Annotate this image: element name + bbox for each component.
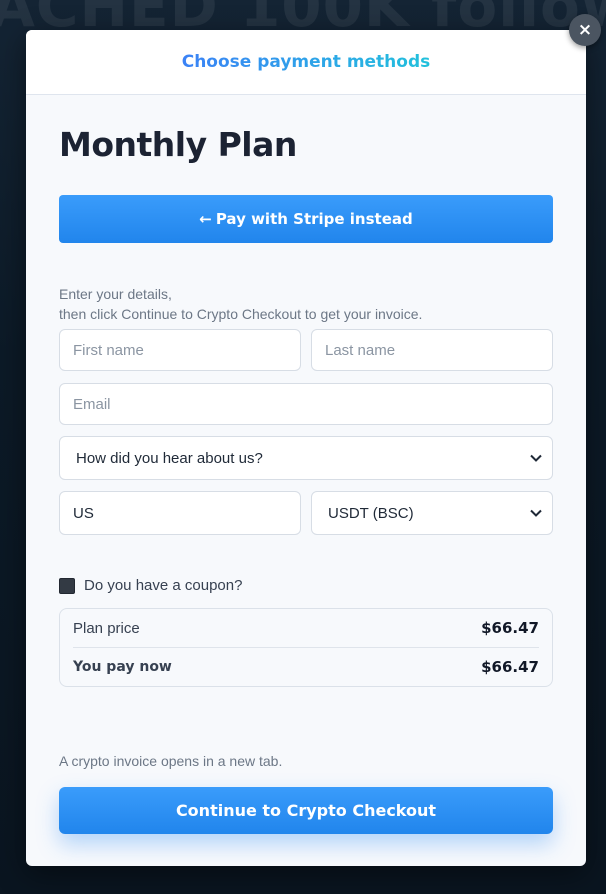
stripe-button-label: Pay with Stripe instead — [215, 210, 413, 228]
currency-selected-value: USDT (BSC) — [328, 504, 414, 522]
coupon-checkbox[interactable] — [59, 577, 75, 594]
invoice-note: A crypto invoice opens in a new tab. — [59, 753, 283, 769]
coupon-label: Do you have a coupon? — [84, 577, 243, 594]
first-name-placeholder: First name — [73, 341, 144, 359]
plan-price-label: Plan price — [73, 619, 140, 637]
pay-now-label: You pay now — [73, 658, 172, 675]
currency-select[interactable]: USDT (BSC) — [311, 491, 553, 535]
country-input[interactable]: US — [59, 491, 301, 535]
last-name-input[interactable]: Last name — [311, 329, 553, 371]
payment-modal: Choose payment methods Monthly Plan ← Pa… — [26, 30, 586, 866]
instructions-line: then click Continue to Crypto Checkout t… — [59, 306, 423, 322]
first-name-input[interactable]: First name — [59, 329, 301, 371]
price-summary: Plan price $66.47 You pay now $66.47 — [59, 608, 553, 687]
coupon-toggle[interactable]: Do you have a coupon? — [59, 577, 242, 594]
email-input[interactable]: Email — [59, 383, 553, 425]
modal-title: Choose payment methods — [181, 52, 431, 72]
instructions-line: Enter your details, — [59, 286, 172, 302]
email-placeholder: Email — [73, 395, 111, 413]
chevron-down-icon — [530, 451, 542, 465]
country-value: US — [73, 504, 94, 522]
continue-to-crypto-checkout-button[interactable]: Continue to Crypto Checkout — [59, 787, 553, 834]
last-name-placeholder: Last name — [325, 341, 396, 359]
pay-with-stripe-button[interactable]: ← Pay with Stripe instead — [59, 195, 553, 243]
arrow-left-icon: ← — [199, 210, 212, 228]
close-button[interactable]: × — [569, 14, 601, 46]
instructions-text: Enter your details, then click Continue … — [59, 284, 559, 324]
close-icon: × — [577, 20, 593, 40]
plan-title: Monthly Plan — [59, 125, 297, 164]
referral-select[interactable]: How did you hear about us? — [59, 436, 553, 480]
referral-selected-value: How did you hear about us? — [76, 449, 263, 467]
plan-price-value: $66.47 — [481, 619, 539, 637]
pay-now-row: You pay now $66.47 — [73, 647, 539, 685]
modal-header: Choose payment methods — [26, 30, 586, 95]
chevron-down-icon — [530, 506, 542, 520]
plan-price-row: Plan price $66.47 — [73, 609, 539, 647]
pay-now-value: $66.47 — [481, 657, 539, 676]
